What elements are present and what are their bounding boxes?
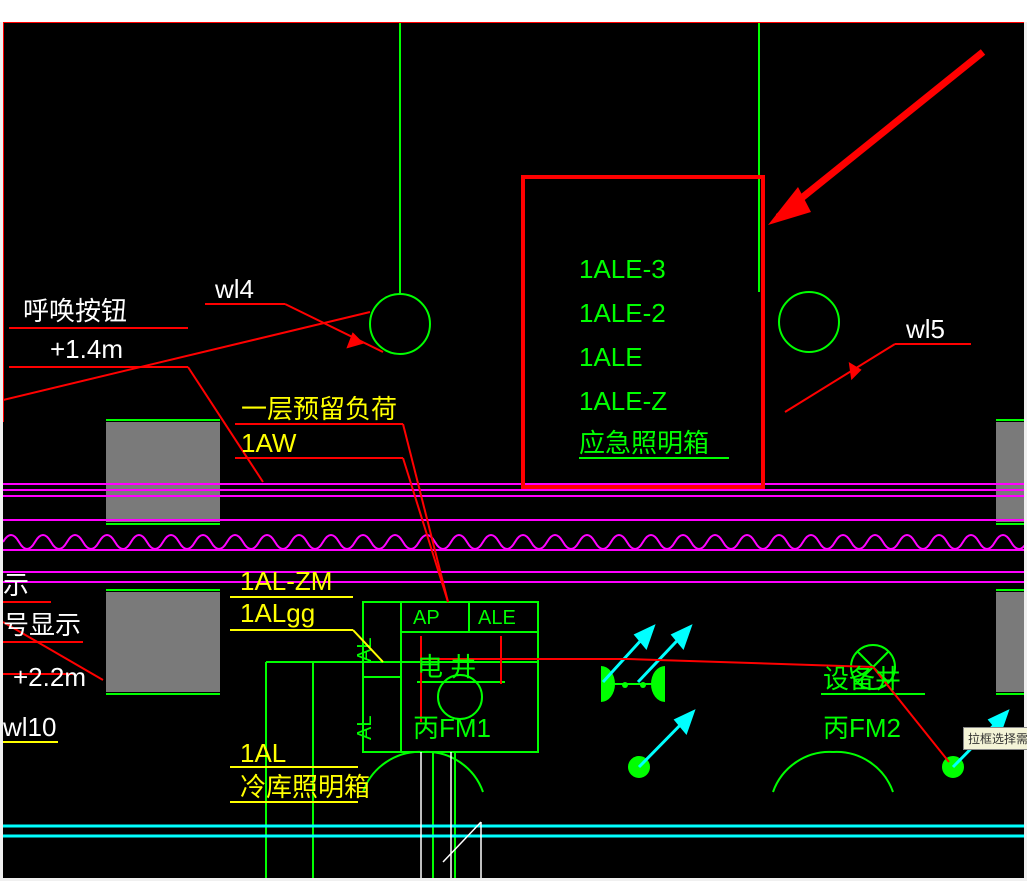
label-1al: 1AL — [240, 738, 286, 768]
label-reserve-load: 一层预留负荷 — [241, 394, 397, 424]
label-ale: ALE — [478, 607, 516, 629]
label-1algg: 1ALgg — [240, 598, 315, 628]
hl-line-4: 应急照明箱 — [579, 428, 709, 458]
label-wl5: wl5 — [905, 314, 945, 344]
label-ap: AP — [413, 607, 440, 629]
grey-columns — [106, 422, 1024, 692]
label-call-height: +1.4m — [50, 334, 123, 364]
label-call-button: 呼唤按钮 — [23, 296, 127, 326]
label-fm2: 丙FM2 — [823, 713, 901, 743]
hl-line-3: 1ALE-Z — [579, 386, 667, 416]
drawing-svg: AP ALE AL AL — [3, 22, 1024, 878]
hl-line-2: 1ALE — [579, 342, 643, 372]
label-sig-suffix: 示 — [3, 570, 29, 600]
label-1aw: 1AW — [241, 428, 297, 458]
label-wl4: wl4 — [214, 274, 254, 304]
label-1al-zm: 1AL-ZM — [240, 566, 332, 596]
hover-tooltip: 拉框选择需要提取 — [963, 727, 1027, 750]
label-elec-shaft: 电 井 — [417, 652, 476, 682]
label-h22: +2.2m — [13, 662, 86, 692]
highlight-text: 1ALE-3 1ALE-2 1ALE 1ALE-Z 应急照明箱 — [579, 254, 729, 458]
label-cold-storage: 冷库照明箱 — [240, 772, 370, 802]
label-equip-shaft: 设备井 — [823, 664, 901, 694]
hl-line-0: 1ALE-3 — [579, 254, 666, 284]
cad-canvas[interactable]: AP ALE AL AL — [3, 22, 1024, 878]
label-al2: AL — [354, 716, 376, 740]
app-frame: AP ALE AL AL — [0, 0, 1027, 881]
label-fm1: 丙FM1 — [413, 713, 491, 743]
white-layer — [421, 752, 481, 878]
label-sig-disp: 号显示 — [3, 610, 81, 640]
label-wl10: wl10 — [3, 712, 56, 742]
window-titlebar-area — [0, 0, 1027, 22]
hl-line-1: 1ALE-2 — [579, 298, 666, 328]
